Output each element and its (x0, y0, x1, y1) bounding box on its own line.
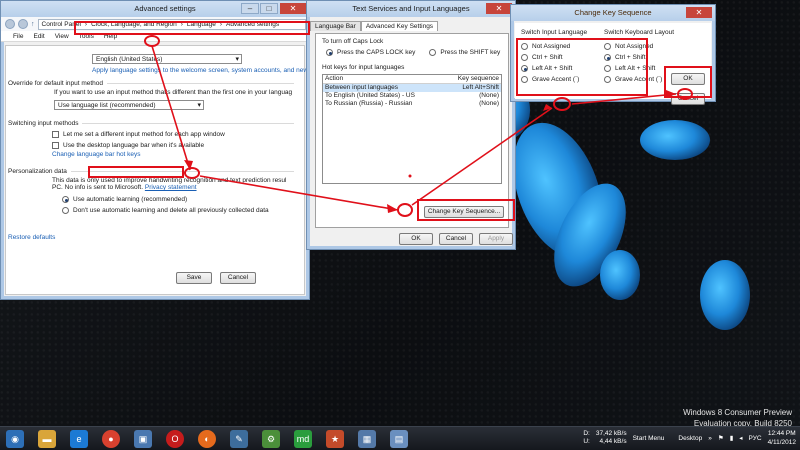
language-settings-icon[interactable]: ▤ (390, 429, 408, 448)
annotation-dot (408, 174, 412, 178)
arrow-head (666, 90, 676, 98)
start-orb-icon[interactable]: ◉ (6, 429, 24, 448)
time-text: 12:44 PM (767, 430, 796, 437)
arrow-head (387, 204, 398, 213)
language-indicator[interactable]: РУС (749, 435, 762, 442)
network-icon[interactable]: ▮ (730, 434, 734, 442)
net-d-label: D: (583, 430, 590, 437)
app-icon[interactable]: ▣ (134, 429, 152, 448)
net-labels: D: U: (583, 430, 590, 446)
ie-icon[interactable]: e (70, 429, 88, 448)
start-menu-button[interactable]: Start Menu (633, 435, 665, 442)
arrow-head (184, 160, 193, 170)
arrow-line (571, 93, 677, 105)
clock[interactable]: 12:44 PM 4/11/2012 (768, 429, 796, 447)
net-u-label: U: (583, 438, 590, 445)
opera-icon[interactable]: O (166, 429, 184, 448)
arrow-line (199, 175, 399, 211)
date-text: 4/11/2012 (767, 439, 796, 446)
volume-icon[interactable]: ◂ (739, 434, 742, 442)
arrow-head (543, 104, 552, 111)
net-up-rate: 4,44 kB/s (599, 438, 627, 445)
tools-icon[interactable]: ⚙ (262, 429, 280, 448)
net-meter: 37,42 kB/s 4,44 kB/s (596, 430, 627, 446)
arrow-line (411, 107, 553, 206)
chrome-icon[interactable]: ● (102, 429, 120, 448)
app-icon[interactable]: ★ (326, 429, 344, 448)
flag-icon[interactable]: ⚑ (718, 434, 724, 442)
firefox-icon[interactable]: ◐ (198, 429, 216, 448)
md-app-icon[interactable]: md (294, 429, 312, 448)
notes-icon[interactable]: ✎ (230, 429, 248, 448)
control-panel-icon[interactable]: ▦ (358, 429, 376, 448)
net-down-rate: 37,42 kB/s (595, 430, 627, 437)
annotation-arrows (151, 45, 677, 213)
taskbar: ◉ ▬ e ● ▣ O ◐ ✎ ⚙ md ★ ▦ ▤ D: U: 37,42 k… (0, 426, 800, 450)
chevron-icon[interactable]: » (708, 435, 712, 442)
folder-icon[interactable]: ▬ (38, 429, 56, 448)
arrow-line (151, 45, 191, 171)
system-tray: D: U: 37,42 kB/s 4,44 kB/s Start Menu De… (583, 429, 796, 447)
desktop-toolbar[interactable]: Desktop (678, 435, 702, 442)
